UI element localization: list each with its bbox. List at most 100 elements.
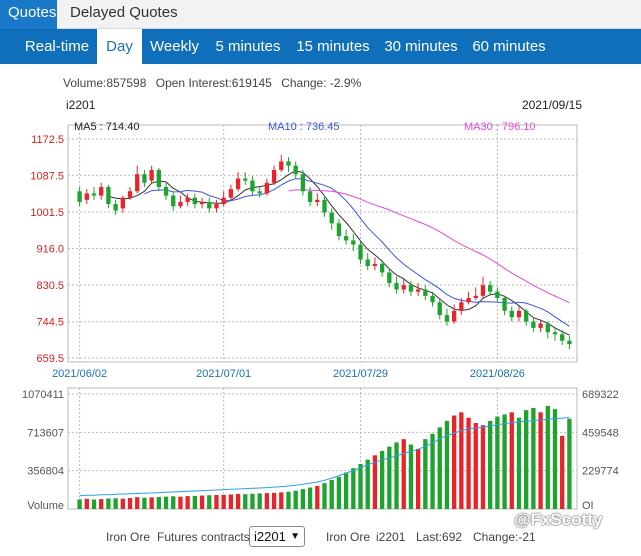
candle-body bbox=[171, 195, 176, 207]
candle-body bbox=[567, 340, 572, 345]
candle-body bbox=[235, 178, 241, 190]
volume-bar bbox=[401, 439, 406, 509]
candle-body bbox=[77, 191, 82, 202]
candle-body bbox=[379, 263, 385, 273]
volume-tick-label: Volume bbox=[27, 500, 64, 512]
volume-bar bbox=[149, 497, 154, 509]
candle-body bbox=[466, 298, 471, 303]
date-tick-label: 2021/07/29 bbox=[333, 368, 388, 380]
candle-body bbox=[149, 169, 154, 181]
candle-body bbox=[113, 204, 118, 211]
product-label: Iron Ore bbox=[106, 530, 151, 544]
candle-body bbox=[408, 285, 414, 292]
candle-body bbox=[192, 197, 198, 205]
candle-body bbox=[250, 180, 255, 192]
candle-body bbox=[430, 295, 435, 303]
candle-body bbox=[307, 191, 313, 202]
candle-body bbox=[437, 302, 442, 316]
candlesticks bbox=[77, 155, 572, 350]
oi-tick-label: 459548 bbox=[582, 427, 619, 439]
candle-body bbox=[300, 174, 306, 192]
price-tick-label: 659.5 bbox=[36, 353, 64, 365]
last-price: Last:692 bbox=[416, 530, 463, 544]
volume-bar bbox=[91, 499, 97, 509]
candle-body bbox=[243, 178, 248, 181]
candle-body bbox=[271, 169, 277, 183]
candle-body bbox=[502, 298, 507, 311]
change-value: Change:-21 bbox=[473, 530, 536, 544]
volume-bar bbox=[127, 498, 133, 509]
kline-chart[interactable]: 1172.5 1087.5 1001.5 916.0 830.5 744.5 659.5 2… bbox=[0, 0, 641, 520]
candle-body bbox=[315, 199, 320, 202]
volume-bar bbox=[257, 493, 262, 509]
oi-tick-label: 689322 bbox=[582, 389, 619, 401]
volume-bar bbox=[214, 495, 219, 509]
moving-average-lines bbox=[108, 170, 570, 336]
volume-bar bbox=[430, 433, 435, 509]
price-tick-label: 744.5 bbox=[36, 317, 64, 329]
volume-bar bbox=[516, 417, 522, 509]
candle-body bbox=[264, 182, 270, 194]
candle-body bbox=[142, 174, 147, 183]
candle-body bbox=[207, 201, 212, 209]
volume-bar bbox=[135, 497, 140, 509]
volume-bar bbox=[387, 446, 392, 509]
candle-body bbox=[343, 236, 349, 241]
candle-body bbox=[365, 259, 370, 267]
candle-body bbox=[401, 285, 406, 290]
candle-body bbox=[99, 187, 104, 196]
candle-body bbox=[545, 323, 550, 333]
candle-body bbox=[336, 223, 342, 237]
candle-body bbox=[329, 212, 334, 224]
candle-body bbox=[178, 201, 183, 207]
volume-bar bbox=[286, 491, 291, 509]
price-tick-label: 1001.5 bbox=[30, 207, 64, 219]
candle-body bbox=[156, 169, 161, 188]
candle-body bbox=[415, 289, 421, 292]
volume-bar bbox=[365, 459, 370, 509]
candle-body bbox=[293, 165, 298, 175]
candle-body bbox=[91, 193, 97, 196]
candle-body bbox=[84, 193, 89, 200]
volume-bar bbox=[113, 498, 118, 509]
volume-bar bbox=[343, 472, 349, 509]
candle-body bbox=[444, 315, 450, 322]
volume-bar bbox=[228, 494, 234, 509]
volume-bar bbox=[329, 479, 334, 509]
volume-bar bbox=[221, 494, 226, 509]
volume-bar bbox=[394, 442, 399, 509]
candle-body bbox=[516, 310, 522, 318]
volume-bar bbox=[120, 498, 125, 509]
volume-bar bbox=[444, 420, 450, 509]
volume-bar bbox=[560, 435, 565, 509]
legend-ma30: MA30 : 796.10 bbox=[464, 121, 536, 133]
candle-body bbox=[351, 240, 356, 245]
volume-bar bbox=[106, 498, 111, 509]
volume-bar bbox=[351, 468, 356, 509]
volume-bar bbox=[235, 493, 241, 509]
price-tick-label: 916.0 bbox=[36, 244, 64, 256]
candle-body bbox=[560, 334, 565, 341]
price-panel-border bbox=[67, 124, 578, 363]
volume-bar bbox=[300, 489, 306, 509]
volume-bar bbox=[293, 490, 298, 509]
contract-select-value: i2201 bbox=[254, 529, 286, 544]
candle-body bbox=[394, 283, 399, 290]
candle-body bbox=[214, 204, 219, 209]
volume-axis: 1070411 713607 356804 Volume 689322 459548 229… bbox=[22, 389, 619, 512]
volume-bar bbox=[415, 448, 421, 509]
volume-bar bbox=[243, 494, 248, 509]
volume-bar bbox=[207, 495, 212, 509]
candle-body bbox=[228, 189, 234, 198]
candle-body bbox=[387, 272, 392, 284]
volume-bar bbox=[156, 496, 161, 509]
candle-body bbox=[163, 187, 169, 196]
candle-body bbox=[459, 302, 464, 311]
date-tick-label: 2021/07/01 bbox=[196, 368, 251, 380]
volume-bar bbox=[423, 439, 428, 509]
volume-bar bbox=[545, 405, 550, 509]
volume-tick-label: 1070411 bbox=[22, 389, 64, 401]
contract-select[interactable]: i2201 ▼ bbox=[249, 526, 305, 547]
volume-bar bbox=[171, 496, 176, 509]
volume-bar bbox=[473, 423, 478, 509]
